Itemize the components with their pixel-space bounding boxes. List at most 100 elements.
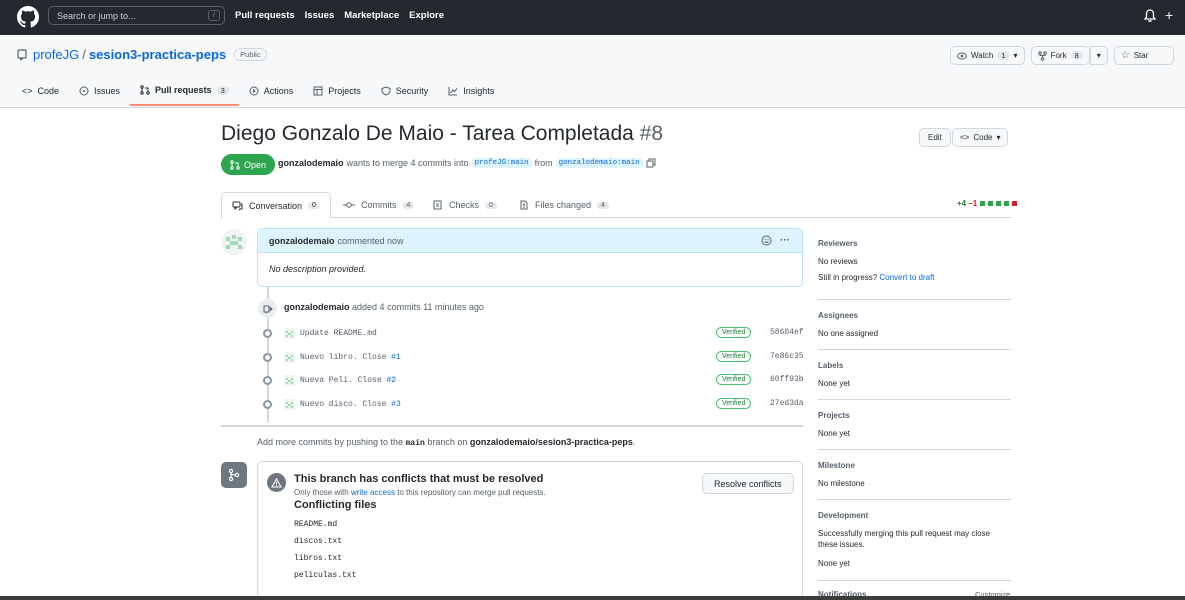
tab-projects[interactable]: Projects [303,81,371,106]
issue-reference-link[interactable]: #1 [391,353,401,362]
tab-checks-count: 0 [485,201,497,209]
issue-reference-link[interactable]: #3 [391,400,401,409]
sidebar-labels: Labels None yet [818,361,1011,389]
comment-author-link[interactable]: gonzalodemaio [269,236,335,246]
pr-author-link[interactable]: gonzalodemaio [278,158,344,168]
star-icon: ☆ [1120,50,1130,61]
tab-actions[interactable]: Actions [239,81,304,106]
head-repo-link[interactable]: gonzalodemaio/sesion3-practica-peps [470,437,633,447]
list-item: Nueva Peli. Close #2 Verified 60ff93b [262,372,804,388]
chevron-down-icon[interactable]: ▾ [1014,51,1018,60]
issue-reference-link[interactable]: #2 [386,376,396,385]
push-author-link[interactable]: gonzalodemaio [284,302,350,312]
projects-heading[interactable]: Projects [818,411,1011,420]
identicon-icon [221,229,247,255]
verified-badge[interactable]: Verified [716,374,752,385]
commit-sha[interactable]: 27ed3da [770,399,804,408]
avatar[interactable] [221,229,247,255]
tab-issues[interactable]: Issues [69,81,130,106]
tab-issues-label: Issues [94,86,121,96]
head-branch[interactable]: gonzalodemaio:main [555,158,643,168]
commit-message[interactable]: Nuevo disco. Close #3 [300,400,401,409]
commit-sha[interactable]: 60ff93b [770,375,804,384]
alert-icon [267,473,286,492]
avatar[interactable] [284,351,295,363]
write-access-link[interactable]: write access [351,488,395,497]
tab-security-label: Security [395,86,429,96]
commit-sha[interactable]: 58604ef [770,328,804,337]
tab-files-changed-count: 4 [597,201,609,209]
milestone-heading[interactable]: Milestone [818,461,1011,470]
conflicting-file: README.md [294,520,338,529]
repo-owner-link[interactable]: profeJG [33,47,79,62]
commit-message[interactable]: Update README.md [300,329,377,338]
tab-checks[interactable]: Checks 0 [423,192,507,218]
verified-badge[interactable]: Verified [716,351,752,362]
kebab-horizontal-icon[interactable]: ··· [780,235,790,246]
tab-security[interactable]: Security [371,81,439,106]
pr-from-text: from [534,158,553,168]
development-heading[interactable]: Development [818,511,1011,520]
code-dropdown-button[interactable]: <> Code ▾ [952,128,1009,147]
merge-status-box: This branch has conflicts that must be r… [257,461,803,600]
edit-title-button[interactable]: Edit [919,128,951,147]
avatar[interactable] [284,327,295,339]
copy-icon[interactable] [646,158,656,168]
pr-tabs: Conversation 0 Commits 4 Checks 0 Files … [221,192,1011,219]
development-linked: None yet [818,559,851,568]
github-logo-icon[interactable] [17,6,39,28]
search-input[interactable]: Search or jump to... / [48,6,225,25]
avatar[interactable] [284,398,295,410]
nav-pull-requests[interactable]: Pull requests [235,10,295,21]
commit-message[interactable]: Nuevo libro. Close #1 [300,353,401,362]
bell-icon[interactable] [1144,9,1156,23]
tab-pull-requests[interactable]: Pull requests 3 [130,81,239,106]
star-button[interactable]: ☆ Star [1113,46,1174,65]
smiley-icon[interactable] [761,235,772,246]
tab-insights[interactable]: Insights [438,81,504,106]
git-commit-icon [263,352,272,362]
tab-commits[interactable]: Commits 4 [333,192,424,218]
labels-heading[interactable]: Labels [818,361,1011,370]
base-branch[interactable]: profeJG:main [471,158,532,168]
commit-message[interactable]: Nueva Peli. Close #2 [300,376,396,385]
code-icon: <> [960,133,970,142]
watch-button[interactable]: Watch 1 ▾ [950,46,1025,65]
reviewers-heading[interactable]: Reviewers [818,239,1011,248]
create-new-plus-icon[interactable]: + [1165,7,1173,23]
tab-code[interactable]: <> Code [12,81,69,106]
commit-sha[interactable]: 7e86c35 [770,352,804,361]
assignees-heading[interactable]: Assignees [818,311,1011,320]
fork-button[interactable]: Fork 8 [1030,46,1090,65]
tab-insights-label: Insights [463,86,495,96]
eye-icon [957,52,967,59]
tab-conversation[interactable]: Conversation 0 [221,192,331,219]
add-more-commits-hint: Add more commits by pushing to the main … [257,437,636,448]
sidebar-divider [818,449,1011,450]
resolve-conflicts-button[interactable]: Resolve conflicts [702,473,794,494]
tab-conversation-label: Conversation [249,200,303,211]
avatar[interactable] [284,374,295,386]
nav-marketplace[interactable]: Marketplace [344,10,399,21]
fork-dropdown-button[interactable]: ▾ [1089,46,1108,65]
verified-badge[interactable]: Verified [716,327,752,338]
play-icon [249,86,259,96]
comment-discussion-icon [232,201,243,210]
convert-to-draft-link[interactable]: Convert to draft [879,273,934,282]
file-diff-icon [520,200,528,210]
sidebar-divider [818,299,1011,300]
tab-projects-label: Projects [328,86,361,96]
taskbar-edge [0,596,1185,600]
nav-explore[interactable]: Explore [409,10,444,21]
fork-label: Fork [1050,51,1067,60]
git-commit-icon [263,375,272,385]
git-pull-request-icon [140,85,150,95]
sidebar-development: Development Successfully merging this pu… [818,511,1011,569]
push-event: gonzalodemaio added 4 commits 11 minutes… [284,302,484,312]
nav-issues[interactable]: Issues [305,10,335,21]
labels-value: None yet [818,379,851,388]
tab-files-changed[interactable]: Files changed 4 [509,192,619,218]
pr-description-comment: gonzalodemaio commented now ··· No descr… [257,228,803,287]
repo-name-link[interactable]: sesion3-practica-peps [89,47,226,62]
verified-badge[interactable]: Verified [716,398,752,409]
